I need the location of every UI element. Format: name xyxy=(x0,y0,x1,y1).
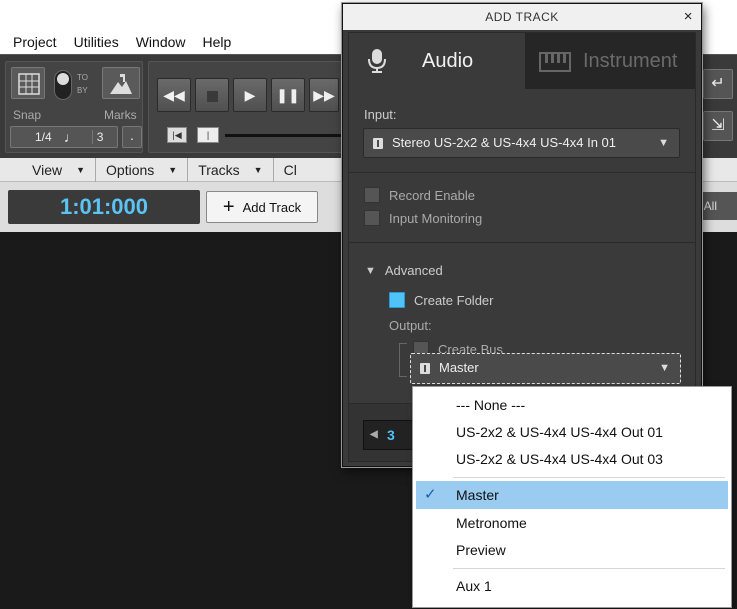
menu-utilities[interactable]: Utilities xyxy=(74,34,119,50)
record-enable-checkbox[interactable] xyxy=(364,187,380,203)
chevron-down-icon: ▼ xyxy=(253,164,263,175)
chevron-down-icon: ▼ xyxy=(658,137,669,149)
fast-forward-button[interactable]: ▶▶ xyxy=(309,78,339,112)
fast-forward-icon: ▶▶ xyxy=(313,87,335,103)
dialog-title: ADD TRACK × xyxy=(343,4,701,30)
pause-button[interactable]: ❚❚ xyxy=(271,78,305,112)
snap-grid-button[interactable] xyxy=(11,67,45,99)
output-label: Output: xyxy=(389,318,432,333)
stop-icon xyxy=(206,90,218,102)
note-icon: ♩ xyxy=(63,129,78,145)
rewind-button[interactable]: ◀◀ xyxy=(157,78,191,112)
add-track-label: Add Track xyxy=(242,199,302,215)
chevron-down-icon: ▼ xyxy=(168,164,178,175)
menu-help[interactable]: Help xyxy=(203,34,232,50)
checkmark-icon: ✓ xyxy=(424,486,437,503)
tracks-menu[interactable]: Tracks ▼ xyxy=(188,157,274,182)
snap-panel: TO BY Snap Marks 1/4 ♩ 3 . xyxy=(5,61,143,153)
track-count-stepper[interactable]: ◀ 3 xyxy=(363,420,415,450)
transport-panel: ◀◀ ▶ ❚❚ ▶▶ |◀ | xyxy=(148,61,349,153)
dropdown-option-preview[interactable]: Preview xyxy=(416,536,728,564)
marks-flag-icon xyxy=(110,74,132,94)
advanced-toggle[interactable]: ▼ Advanced xyxy=(365,263,443,278)
view-menu[interactable]: View ▼ xyxy=(0,157,97,182)
playhead-marker[interactable]: | xyxy=(197,127,219,143)
keyboard-icon xyxy=(539,52,571,72)
go-to-start-button[interactable]: |◀ xyxy=(167,127,187,143)
close-icon[interactable]: × xyxy=(684,4,693,30)
quantize-dotted[interactable]: . xyxy=(122,126,142,148)
grid-icon xyxy=(18,73,40,95)
pause-icon: ❚❚ xyxy=(276,87,300,103)
stop-button[interactable] xyxy=(195,78,229,112)
quantize-tuplet[interactable]: 3 xyxy=(91,130,108,144)
go-to-start-icon: |◀ xyxy=(172,130,182,140)
dropdown-separator xyxy=(453,477,725,478)
chevron-down-icon: ▼ xyxy=(76,164,86,175)
create-folder-option[interactable]: Create Folder xyxy=(389,292,493,308)
snap-mode-toggle[interactable] xyxy=(54,70,72,100)
plus-icon: + xyxy=(222,196,235,218)
dropdown-option-master[interactable]: ✓ Master xyxy=(416,481,728,509)
options-menu[interactable]: Options ▼ xyxy=(96,157,189,182)
dropdown-option-out01[interactable]: US-2x2 & US-4x4 US-4x4 Out 01 xyxy=(416,418,728,446)
loop-icon: ↵ xyxy=(711,75,725,92)
export-icon: ⇲ xyxy=(711,117,725,134)
marker-icon: | xyxy=(206,130,210,140)
dropdown-option-aux1[interactable]: Aux 1 xyxy=(416,572,728,600)
chevron-down-icon: ▼ xyxy=(659,362,670,374)
stereo-icon xyxy=(373,138,383,149)
tab-audio[interactable]: Audio xyxy=(349,33,525,89)
input-select[interactable]: Stereo US-2x2 & US-4x4 US-4x4 In 01 ▼ xyxy=(363,128,680,158)
track-type-tabs: Audio Instrument xyxy=(349,33,695,89)
play-icon: ▶ xyxy=(244,87,256,103)
record-enable-option[interactable]: Record Enable xyxy=(364,187,475,203)
create-folder-checkbox[interactable] xyxy=(389,292,405,308)
position-slider[interactable] xyxy=(225,134,349,137)
time-display[interactable]: 1:01:000 xyxy=(8,190,200,224)
dropdown-separator xyxy=(453,568,725,569)
dropdown-option-none[interactable]: --- None --- xyxy=(416,391,728,419)
microphone-icon xyxy=(368,49,386,73)
loop-button[interactable]: ↵ xyxy=(703,69,733,99)
menu-window[interactable]: Window xyxy=(136,34,186,50)
dropdown-option-metronome[interactable]: Metronome xyxy=(416,509,728,537)
quantize-value: 1/4 xyxy=(35,130,52,144)
quantize-selector[interactable]: 1/4 ♩ 3 xyxy=(10,126,118,148)
export-button[interactable]: ⇲ xyxy=(703,111,733,141)
dropdown-option-out03[interactable]: US-2x2 & US-4x4 US-4x4 Out 03 xyxy=(416,445,728,473)
snap-to-by-label: TO BY xyxy=(77,73,88,95)
tab-instrument[interactable]: Instrument xyxy=(525,33,695,89)
input-section: Input: Stereo US-2x2 & US-4x4 US-4x4 In … xyxy=(349,89,695,173)
input-monitoring-option[interactable]: Input Monitoring xyxy=(364,210,482,226)
chevron-left-icon[interactable]: ◀ xyxy=(370,421,378,449)
marks-label: Marks xyxy=(104,108,137,122)
output-bracket xyxy=(399,343,407,377)
output-dropdown-list: --- None --- US-2x2 & US-4x4 US-4x4 Out … xyxy=(412,386,732,608)
snap-label: Snap xyxy=(13,108,42,122)
output-select[interactable]: Master ▼ xyxy=(410,353,681,384)
output-icon xyxy=(420,363,430,374)
input-label: Input: xyxy=(364,107,397,122)
clips-menu[interactable]: Cl xyxy=(274,158,307,182)
rewind-icon: ◀◀ xyxy=(163,87,185,103)
triangle-down-icon: ▼ xyxy=(365,264,376,277)
record-options: Record Enable Input Monitoring xyxy=(349,173,695,243)
add-track-button[interactable]: + Add Track xyxy=(206,191,318,223)
play-button[interactable]: ▶ xyxy=(233,78,267,112)
input-monitoring-checkbox[interactable] xyxy=(364,210,380,226)
marks-button[interactable] xyxy=(102,67,140,99)
menu-project[interactable]: Project xyxy=(13,34,57,50)
